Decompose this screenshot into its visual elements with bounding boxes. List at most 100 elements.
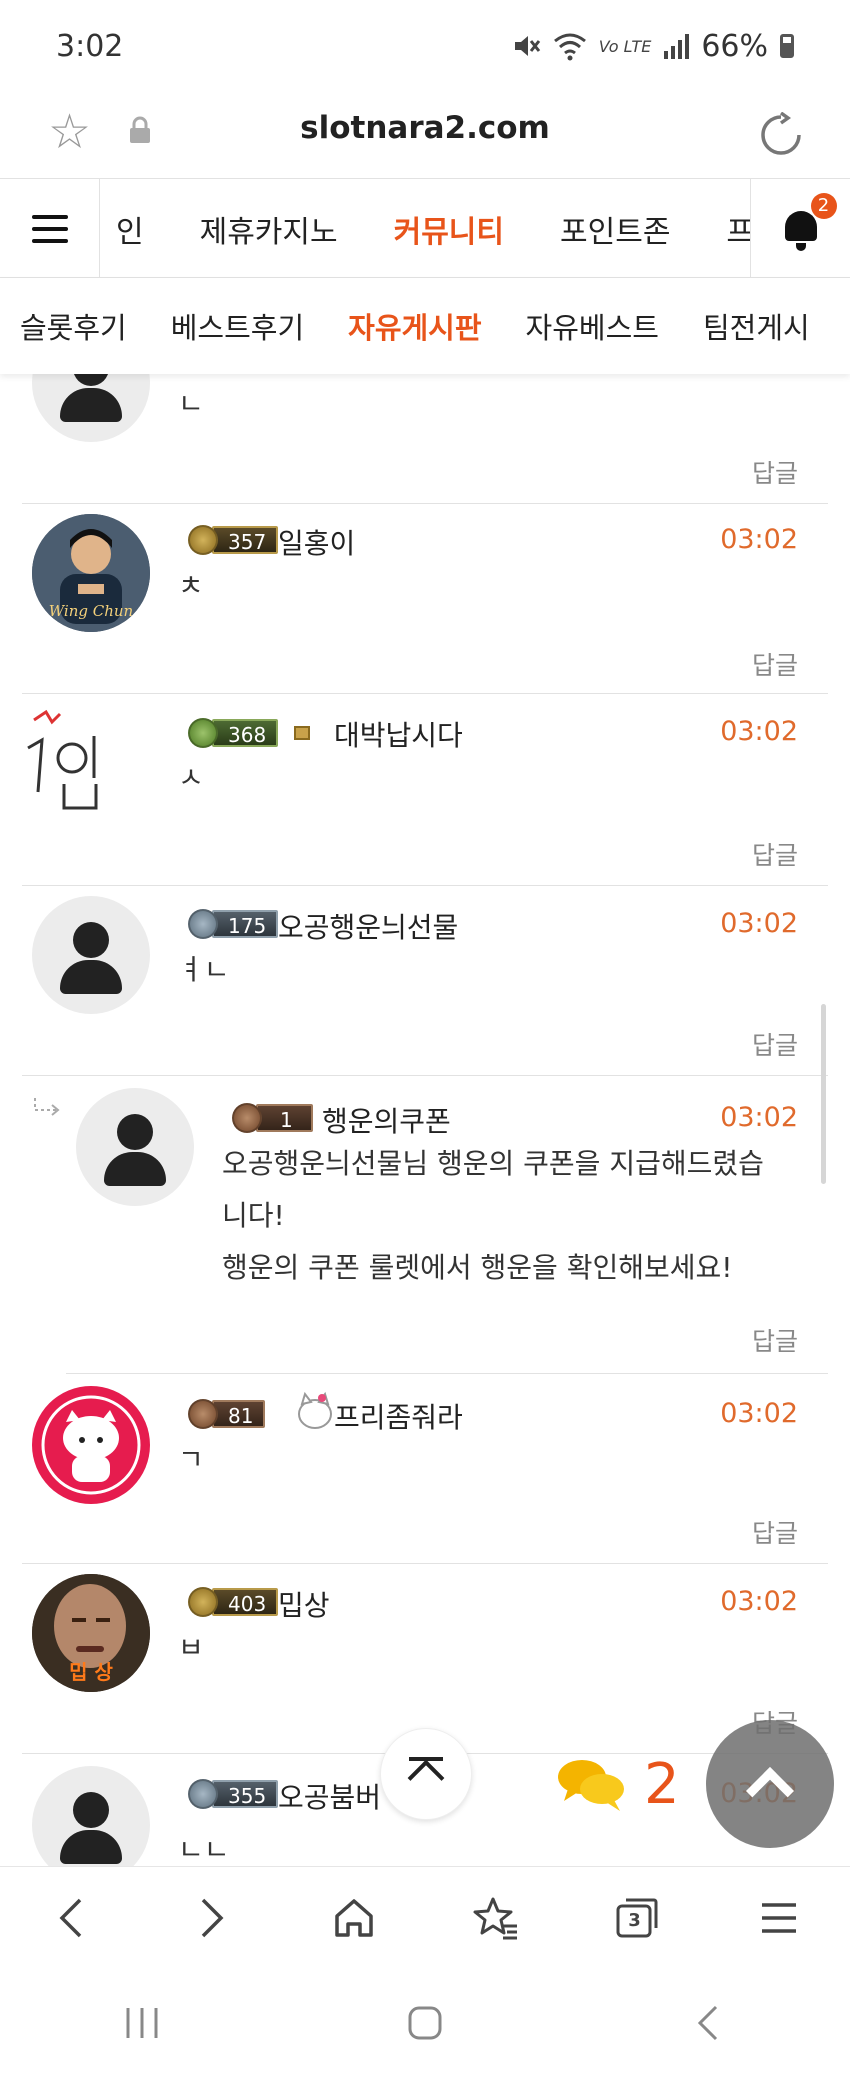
level-emblem-icon [188, 718, 218, 748]
nickname[interactable]: 오공행운늬선물 [278, 906, 458, 946]
main-nav-item[interactable]: 포인트존 [560, 207, 670, 251]
avatar[interactable] [32, 896, 150, 1014]
reload-icon[interactable] [758, 112, 804, 158]
forward-button[interactable] [172, 1878, 252, 1958]
chevron-left-icon [59, 1898, 82, 1937]
level-badge: 81 [188, 1399, 266, 1429]
sub-nav-item[interactable]: 슬롯후기 [20, 305, 127, 347]
comment-item: 175 오공행운늬선물 03:02 ㅕㄴ 답글 [22, 886, 828, 1076]
comment-text: ㅂ [178, 1631, 204, 1664]
item-icon [294, 726, 310, 740]
system-back-button[interactable] [658, 1983, 758, 2063]
comment-item: ㄴ 답글 [22, 374, 828, 504]
back-arrow-icon [698, 2005, 718, 2041]
notification-button[interactable]: 2 [750, 179, 850, 279]
signal-icon [664, 34, 690, 59]
nickname[interactable]: 일홍이 [278, 522, 355, 562]
comment-text: ㄱ [178, 1443, 204, 1476]
network-label: Vo LTE [598, 36, 652, 56]
comment-list: ㄴ 답글 Wing Chun 357 일홍이 03:02 ㅊ 답글 368 대박… [0, 374, 850, 1866]
nickname[interactable]: 대박납시다 [334, 714, 463, 754]
recent-apps-icon [126, 2008, 158, 2038]
level-badge: 403 [188, 1587, 279, 1617]
main-nav-item[interactable]: 인 [116, 207, 144, 251]
comment-time: 03:02 [720, 1102, 798, 1133]
comment-text-line: 니다! [222, 1199, 285, 1232]
sub-nav-item[interactable]: 자유베스트 [526, 305, 659, 347]
browser-url-bar: ☆ slotnara2.com [0, 92, 850, 178]
comment-item: Wing Chun 357 일홍이 03:02 ㅊ 답글 [22, 504, 828, 694]
comment-item: 81 프리좀줘라 03:02 ㄱ 답글 [22, 1374, 828, 1564]
main-nav-items: 인 제휴카지노 커뮤니티 포인트존 프라 [100, 179, 750, 279]
reply-button[interactable]: 답글 [752, 1322, 798, 1358]
sub-nav-item-active[interactable]: 자유게시판 [348, 305, 481, 347]
comment-time: 03:02 [720, 908, 798, 939]
avatar[interactable] [32, 374, 150, 442]
chat-count: 2 [644, 1752, 680, 1817]
browser-toolbar: 3 [0, 1866, 850, 1968]
home-button[interactable] [314, 1878, 394, 1958]
battery-icon [780, 34, 794, 58]
chevron-up-icon [745, 1766, 795, 1816]
url-text[interactable]: slotnara2.com [0, 110, 850, 146]
mute-icon [514, 36, 540, 56]
scrollbar[interactable] [821, 1004, 826, 1184]
avatar[interactable] [76, 1088, 194, 1206]
main-nav-item-active[interactable]: 커뮤니티 [394, 207, 504, 251]
level-badge: 1 [232, 1103, 313, 1133]
avatar[interactable] [32, 1386, 150, 1504]
reply-button[interactable]: 답글 [752, 454, 798, 490]
comment-time: 03:02 [720, 716, 798, 747]
sub-nav: 슬롯후기 베스트후기 자유게시판 자유베스트 팀전게시 [0, 278, 850, 374]
scroll-top-button[interactable] [380, 1728, 472, 1820]
home-square-icon [408, 2006, 442, 2040]
comment-item: 밉 상 403 밉상 03:02 ㅂ 답글 [22, 1564, 828, 1754]
comment-text-line: 행운의 쿠폰 룰렛에서 행운을 확인해보세요! [222, 1251, 733, 1284]
avatar[interactable]: Wing Chun [32, 514, 150, 632]
battery-percent: 66% [701, 28, 768, 64]
comment-time: 03:02 [720, 1398, 798, 1429]
recent-apps-button[interactable] [92, 1983, 192, 2063]
system-nav-bar [0, 1968, 850, 2078]
nickname[interactable]: 프리좀줘라 [334, 1396, 463, 1436]
level-emblem-icon [188, 1399, 218, 1429]
avatar[interactable]: 밉 상 [32, 1574, 150, 1692]
main-nav-item[interactable]: 프라 [726, 207, 750, 251]
back-button[interactable] [31, 1878, 111, 1958]
reply-button[interactable]: 답글 [752, 1026, 798, 1062]
browser-menu-button[interactable] [739, 1878, 819, 1958]
chevron-up-icon [407, 1759, 445, 1797]
avatar-image [27, 709, 98, 810]
reply-arrow-icon [34, 1098, 60, 1116]
avatar[interactable] [20, 700, 138, 818]
home-icon [335, 1898, 373, 1937]
sub-nav-item[interactable]: 팀전게시 [703, 305, 810, 347]
chevron-right-icon [202, 1898, 224, 1937]
bookmark-list-icon [473, 1897, 517, 1939]
sub-nav-item[interactable]: 베스트후기 [171, 305, 304, 347]
reply-button[interactable]: 답글 [752, 1514, 798, 1550]
bookmarks-button[interactable] [456, 1878, 536, 1958]
chat-button[interactable]: 2 [556, 1752, 680, 1817]
status-bar: 3:02 Vo LTE 66% [0, 0, 850, 92]
reply-comment-item: 1 행운의쿠폰 03:02 오공행운늬선물님 행운의 쿠폰을 지급해드렸습 니다… [34, 1076, 828, 1374]
reply-button[interactable]: 답글 [752, 646, 798, 682]
nickname[interactable]: 오공붐버 [278, 1776, 381, 1816]
level-badge: 175 [188, 909, 279, 939]
nickname[interactable]: 행운의쿠폰 [322, 1100, 451, 1140]
go-top-button[interactable] [706, 1720, 834, 1848]
avatar[interactable] [32, 1766, 150, 1866]
wifi-icon [553, 33, 586, 61]
nickname[interactable]: 밉상 [278, 1584, 330, 1624]
level-emblem-icon [188, 1587, 218, 1617]
comment-text: ㄴㄴ [178, 1833, 230, 1866]
bell-icon: 2 [781, 193, 837, 251]
level-badge: 368 [188, 718, 279, 748]
tabs-button[interactable]: 3 [597, 1878, 677, 1958]
comment-text: ㄴ [178, 387, 204, 420]
main-nav-item[interactable]: 제휴카지노 [200, 207, 338, 251]
menu-icon [762, 1902, 797, 1933]
system-home-button[interactable] [375, 1983, 475, 2063]
menu-button[interactable] [0, 179, 100, 279]
reply-button[interactable]: 답글 [752, 836, 798, 872]
